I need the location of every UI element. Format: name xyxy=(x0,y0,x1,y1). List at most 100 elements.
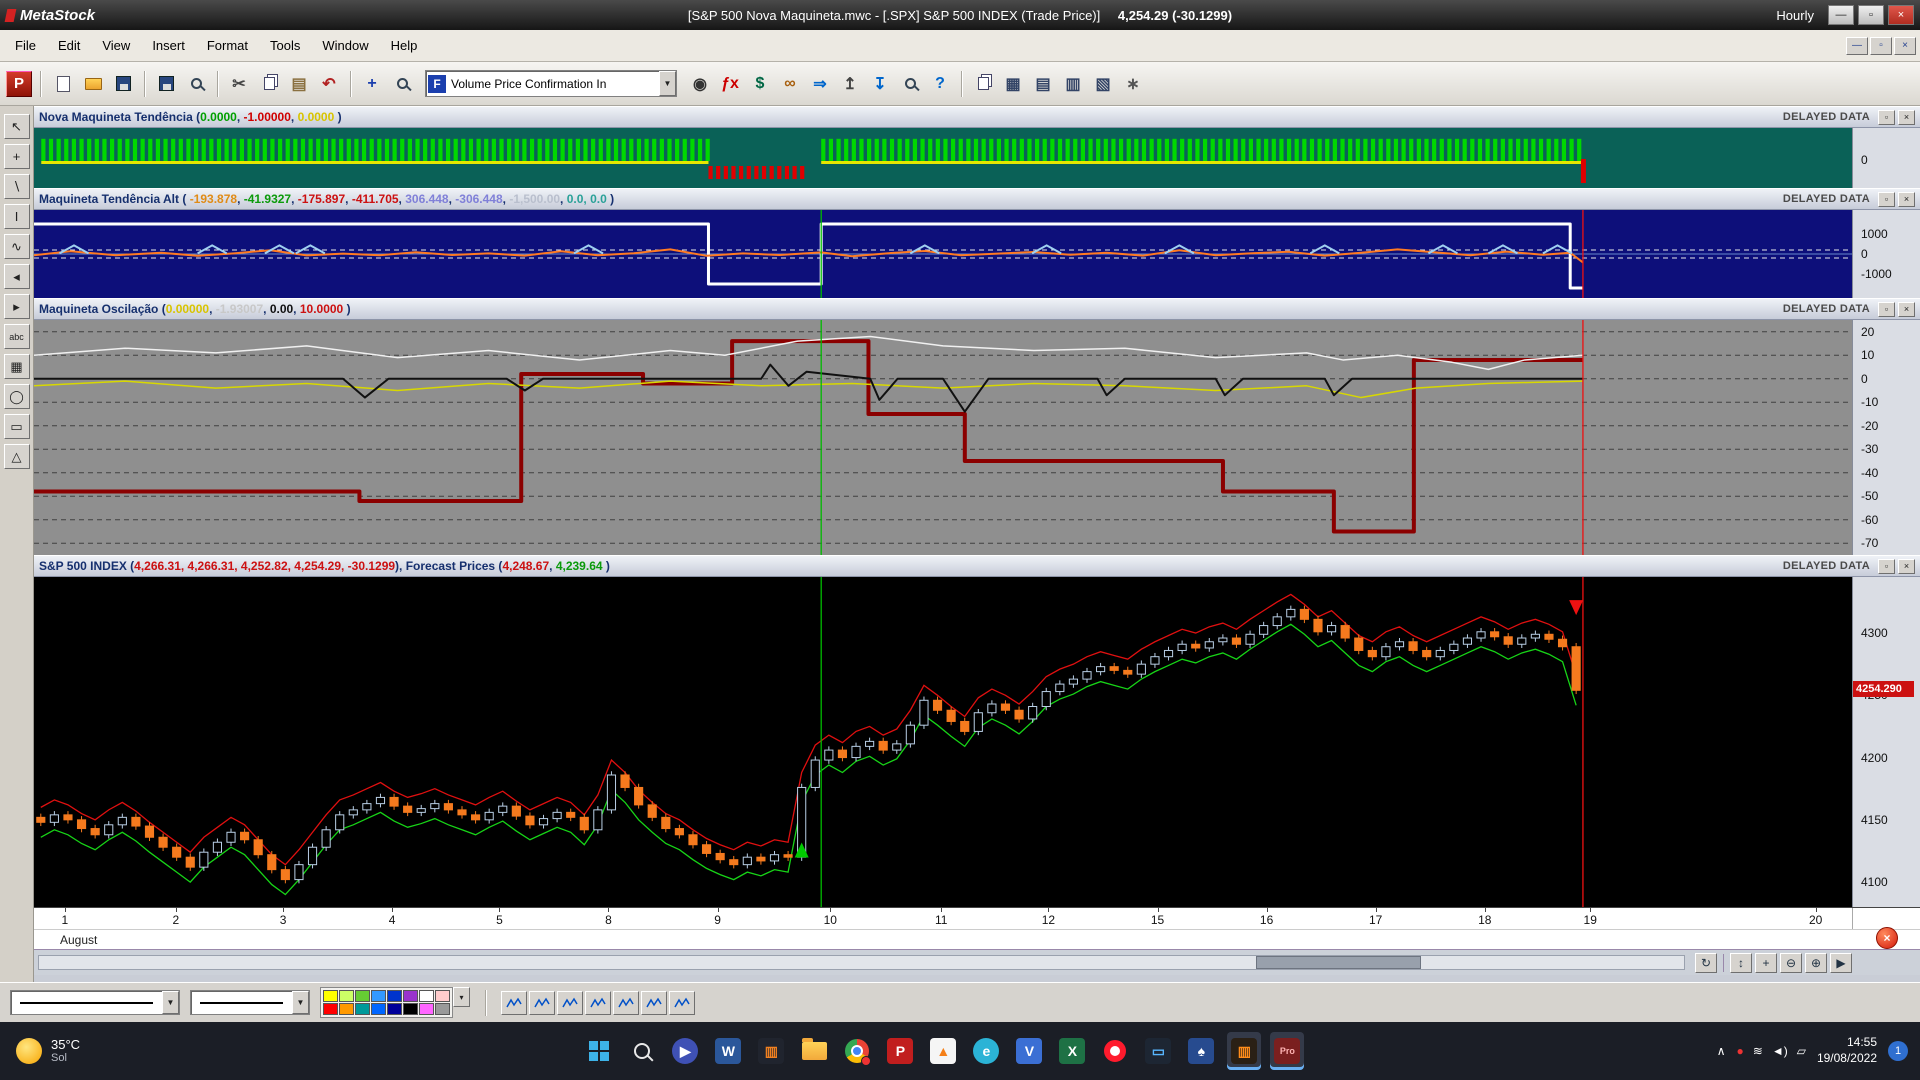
save-icon[interactable] xyxy=(109,70,137,98)
start-button[interactable] xyxy=(582,1032,616,1070)
chrome-app[interactable] xyxy=(840,1032,874,1070)
panel-close-button[interactable]: × xyxy=(1898,191,1915,207)
panel-restore-button[interactable]: ▫ xyxy=(1878,558,1895,574)
tendencia-alt-plot[interactable] xyxy=(34,210,1852,298)
tile-horizontal-icon[interactable]: ▤ xyxy=(1029,70,1057,98)
wifi-icon[interactable]: ≋ xyxy=(1753,1044,1763,1058)
horizontal-scrollbar[interactable] xyxy=(38,955,1685,970)
explorer-app[interactable] xyxy=(797,1032,831,1070)
scroll-right-arrow[interactable]: ▸ xyxy=(3,294,30,319)
hidden-icons-chevron[interactable]: ∧ xyxy=(1717,1044,1726,1058)
color-swatch[interactable] xyxy=(419,990,434,1002)
excel-app[interactable]: X xyxy=(1055,1032,1089,1070)
status-error-icon[interactable]: × xyxy=(1876,927,1898,949)
document-restore-button[interactable]: ▫ xyxy=(1870,36,1892,55)
document-minimize-button[interactable]: — xyxy=(1846,36,1868,55)
forecaster-icon[interactable]: ⇒ xyxy=(806,70,834,98)
maximize-button[interactable]: ▫ xyxy=(1858,5,1884,25)
globe-icon[interactable]: ◉ xyxy=(686,70,714,98)
alert-icon[interactable]: ● xyxy=(1737,1044,1744,1058)
menu-window[interactable]: Window xyxy=(311,33,379,58)
tile-vertical-icon[interactable]: ▥ xyxy=(1059,70,1087,98)
color-swatch[interactable] xyxy=(435,990,450,1002)
dropdown-arrow-icon[interactable]: ▼ xyxy=(162,991,179,1014)
browser-app[interactable] xyxy=(1098,1032,1132,1070)
copy-icon[interactable] xyxy=(255,70,283,98)
panel-header-spx[interactable]: S&P 500 INDEX (4,266.31, 4,266.31, 4,252… xyxy=(34,555,1920,577)
color-swatch[interactable] xyxy=(419,1003,434,1015)
upload-icon[interactable]: ↥ xyxy=(836,70,864,98)
power-console-button[interactable]: P xyxy=(6,70,32,97)
pan-icon[interactable]: + xyxy=(1755,952,1777,973)
color-swatch[interactable] xyxy=(387,1003,402,1015)
volume-icon[interactable]: ◄) xyxy=(1772,1044,1788,1058)
panel-close-button[interactable]: × xyxy=(1898,558,1915,574)
search-button[interactable] xyxy=(625,1032,659,1070)
text-cursor-tool[interactable]: I xyxy=(3,204,30,229)
menu-insert[interactable]: Insert xyxy=(141,33,196,58)
refresh-icon[interactable]: ↻ xyxy=(1695,952,1717,973)
word-app[interactable]: W xyxy=(711,1032,745,1070)
panel-restore-button[interactable]: ▫ xyxy=(1878,191,1895,207)
pointer-tool[interactable]: ↖ xyxy=(3,114,30,139)
dropdown-arrow-icon[interactable]: ▼ xyxy=(292,991,309,1014)
line-study-5-button[interactable] xyxy=(613,990,639,1015)
panel-restore-button[interactable]: ▫ xyxy=(1878,301,1895,317)
close-button[interactable]: × xyxy=(1888,5,1914,25)
rectangle-tool[interactable]: ▭ xyxy=(3,414,30,439)
help-pointer-icon[interactable]: ? xyxy=(926,70,954,98)
chart-app[interactable]: ▥ xyxy=(754,1032,788,1070)
menu-edit[interactable]: Edit xyxy=(47,33,91,58)
panel-close-button[interactable]: × xyxy=(1898,301,1915,317)
zoom-tool-icon[interactable] xyxy=(388,70,416,98)
trendline-tool[interactable]: ∖ xyxy=(3,174,30,199)
cut-icon[interactable]: ✂ xyxy=(225,70,253,98)
tendencia-y-axis[interactable]: 0 xyxy=(1852,128,1920,188)
cards-app[interactable]: ♠ xyxy=(1184,1032,1218,1070)
minimize-button[interactable]: — xyxy=(1828,5,1854,25)
crosshair-icon[interactable]: + xyxy=(358,70,386,98)
panel-header-tendencia-alt[interactable]: Maquineta Tendência Alt ( -193.878, -41.… xyxy=(34,188,1920,210)
price-y-axis[interactable]: 4254.290 43004250420041504100 xyxy=(1852,577,1920,907)
line-study-2-button[interactable] xyxy=(529,990,555,1015)
print-preview-icon[interactable] xyxy=(182,70,210,98)
step-forward-icon[interactable]: ▶ xyxy=(1830,952,1852,973)
oscilacao-y-axis[interactable]: 20 10 0 -10 -20 -30 -40 -50 -60 -70 xyxy=(1852,320,1920,555)
line-study-1-button[interactable] xyxy=(501,990,527,1015)
pdf-app[interactable]: P xyxy=(883,1032,917,1070)
undo-icon[interactable]: ↶ xyxy=(315,70,343,98)
function-icon[interactable]: ƒx xyxy=(716,70,744,98)
indicator-quicklist[interactable]: F Volume Price Confirmation In ▼ xyxy=(425,70,677,97)
print-icon[interactable] xyxy=(152,70,180,98)
menu-view[interactable]: View xyxy=(91,33,141,58)
menu-file[interactable]: File xyxy=(4,33,47,58)
color-swatch[interactable] xyxy=(403,990,418,1002)
dollar-icon[interactable]: $ xyxy=(746,70,774,98)
spx-price-plot[interactable] xyxy=(34,577,1852,907)
zoom-out-icon[interactable]: ⊖ xyxy=(1780,952,1802,973)
color-swatch[interactable] xyxy=(339,990,354,1002)
menu-tools[interactable]: Tools xyxy=(259,33,311,58)
grid-tool[interactable]: ▦ xyxy=(3,354,30,379)
line-study-3-button[interactable] xyxy=(557,990,583,1015)
zoom-in-icon[interactable]: ⊕ xyxy=(1805,952,1827,973)
scroll-left-arrow[interactable]: ◂ xyxy=(3,264,30,289)
menu-format[interactable]: Format xyxy=(196,33,259,58)
ellipse-tool[interactable]: ◯ xyxy=(3,384,30,409)
metastock-pro-app[interactable]: Pro xyxy=(1270,1032,1305,1070)
explorer-binoculars-icon[interactable]: ∞ xyxy=(776,70,804,98)
scrollbar-thumb[interactable] xyxy=(1256,956,1421,969)
color-swatch[interactable] xyxy=(387,990,402,1002)
oscilacao-plot[interactable] xyxy=(34,320,1852,555)
menu-help[interactable]: Help xyxy=(380,33,429,58)
date-axis-strip[interactable]: 1 2 3 4 5 8 9 10 11 12 15 16 17 18 19 20 xyxy=(34,908,1852,929)
delete-study-tool[interactable]: ∿ xyxy=(3,234,30,259)
edge-app[interactable]: e xyxy=(969,1032,1003,1070)
text-note-tool[interactable]: abc xyxy=(3,324,30,349)
options-icon[interactable]: ∗ xyxy=(1119,70,1147,98)
tile-windows-icon[interactable]: ▦ xyxy=(999,70,1027,98)
panel-header-tendencia[interactable]: Nova Maquineta Tendência (0.0000, -1.000… xyxy=(34,106,1920,128)
media-app[interactable]: ▶ xyxy=(668,1032,702,1070)
cascade-windows-icon[interactable] xyxy=(969,70,997,98)
vlc-app[interactable]: ▲ xyxy=(926,1032,960,1070)
